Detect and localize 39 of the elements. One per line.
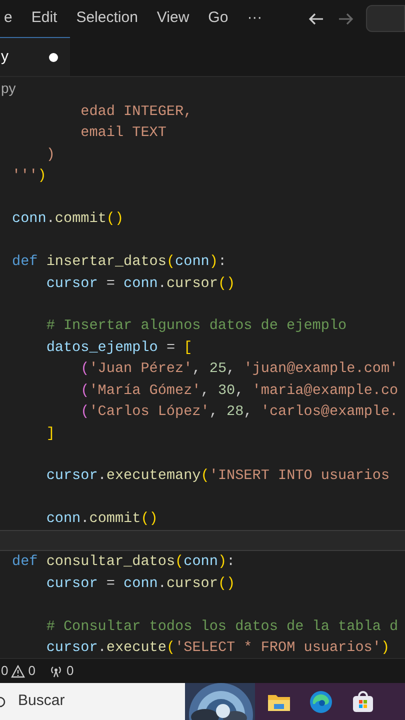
search-icon [0,696,6,708]
code-line: ('Juan Pérez', 25, 'juan@example.com' [80,360,400,380]
broadcast-icon[interactable] [49,664,64,678]
code-line: cursor = conn.cursor() [45,574,236,594]
menu-item[interactable]: Selection [70,7,144,30]
menu-item[interactable]: Edit [25,7,64,30]
code-line: ] [45,424,56,444]
code-line: ) [45,146,56,165]
code-line: ''') [11,167,48,186]
code-line: conn.commit() [11,210,125,230]
warning-count[interactable]: 0 [28,661,36,681]
code-line: cursor = conn.cursor() [45,274,236,294]
warning-icon[interactable] [11,664,26,678]
back-icon[interactable] [308,12,324,26]
menu-item[interactable]: ··· [241,7,268,30]
code-line: ('Carlos López', 28, 'carlos@example. [80,403,400,422]
menu-item[interactable]: e [0,7,18,30]
code-line: def insertar_datos(conn): [11,253,228,272]
taskbar-search-field[interactable]: Buscar [0,683,185,720]
forward-icon[interactable] [338,12,354,26]
browser-icon[interactable] [309,690,333,714]
code-line: edad INTEGER, [80,103,194,122]
error-count[interactable]: 0 [1,661,8,681]
editor-tab[interactable]: y [0,37,70,76]
code-line: # Insertar algunos datos de ejemplo [45,317,348,336]
code-line: ('María Gómez', 30, 'maria@example.co [80,382,400,401]
search-field[interactable] [366,5,405,32]
breadcrumb[interactable]: py [1,78,16,99]
code-line: # Consultar todos los datos de la tabla d [45,618,400,636]
menu-item[interactable]: View [150,7,196,30]
menu-item[interactable]: Go [202,7,234,30]
code-line: def consultar_datos(conn): [11,553,236,572]
code-line: cursor.executemany('INSERT INTO usuarios [45,467,391,486]
code-line: datos_ejemplo = [ [45,338,194,358]
code-line: conn.commit() [45,510,159,530]
code-line: cursor.execute('SELECT * FROM usuarios') [45,638,391,658]
ports-count[interactable]: 0 [66,661,74,681]
code-line: email TEXT [80,124,168,144]
store-icon[interactable] [351,690,375,714]
